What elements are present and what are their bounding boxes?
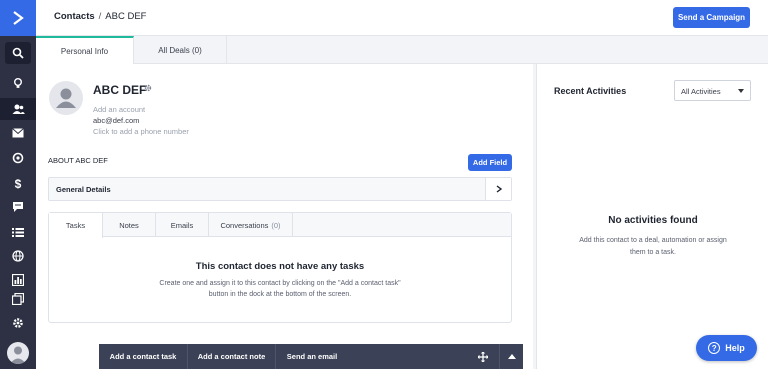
chat-icon	[13, 202, 23, 212]
add-contact-note-button[interactable]: Add a contact note	[188, 344, 276, 369]
lightbulb-icon	[14, 78, 22, 88]
activity-tabs-box: Tasks Notes Emails Conversations (0) This…	[48, 212, 512, 323]
question-icon: ?	[708, 342, 721, 354]
recent-activities-panel: Recent Activities All Activities No acti…	[536, 64, 768, 369]
sidebar-item-deals[interactable]: $	[0, 172, 36, 194]
contact-avatar[interactable]	[49, 81, 83, 115]
svg-text:$: $	[15, 177, 22, 190]
no-activities-description: Add this contact to a deal, automation o…	[579, 237, 727, 256]
about-heading: ABOUT ABC DEF	[48, 156, 108, 165]
subtab-conversations[interactable]: Conversations (0)	[209, 213, 293, 237]
list-icon	[12, 227, 24, 237]
sidebar-item-lists[interactable]	[0, 221, 36, 243]
contact-email[interactable]: abc@def.com	[93, 116, 139, 125]
dollar-icon: $	[15, 177, 22, 190]
search-icon	[12, 47, 24, 59]
activity-subtabs: Tasks Notes Emails Conversations (0)	[49, 213, 511, 238]
subtab-tasks[interactable]: Tasks	[49, 213, 103, 238]
sidebar-item-ideas[interactable]	[0, 72, 36, 94]
no-activities-title: No activities found	[608, 215, 698, 226]
subtab-notes[interactable]: Notes	[103, 213, 156, 237]
sidebar-item-campaigns[interactable]	[0, 122, 36, 144]
user-avatar[interactable]	[7, 342, 29, 364]
add-phone-link[interactable]: Click to add a phone number	[93, 127, 189, 136]
contacts-icon	[12, 104, 25, 114]
tab-personal-info[interactable]: Personal Info	[36, 36, 134, 65]
sidebar-item-pages[interactable]	[0, 288, 36, 310]
general-details-label: General Details	[56, 185, 111, 194]
send-campaign-button[interactable]: Send a Campaign	[673, 7, 750, 28]
mail-icon	[12, 128, 24, 138]
add-contact-task-button[interactable]: Add a contact task	[99, 344, 188, 369]
contact-settings-icon[interactable]	[144, 84, 152, 92]
no-tasks-description: Create one and assign it to this contact…	[159, 280, 401, 298]
subtab-conversations-label: Conversations	[220, 220, 269, 230]
top-header: Contacts / ABC DEF Send a Campaign	[36, 0, 768, 36]
app-logo[interactable]	[0, 0, 36, 36]
action-dock: Add a contact task Add a contact note Se…	[99, 344, 523, 369]
move-icon[interactable]	[471, 344, 495, 369]
activity-filter-value: All Activities	[681, 87, 721, 96]
sidebar: $	[0, 0, 36, 369]
subtab-emails[interactable]: Emails	[156, 213, 209, 237]
breadcrumb-contacts[interactable]: Contacts	[54, 11, 95, 22]
gear-icon	[13, 318, 23, 328]
send-email-button[interactable]: Send an email	[276, 344, 348, 369]
add-field-button[interactable]: Add Field	[468, 154, 512, 171]
breadcrumb-separator: /	[98, 11, 102, 22]
recent-activities-title: Recent Activities	[554, 86, 627, 96]
help-label: Help	[725, 343, 745, 353]
user-icon	[56, 88, 76, 108]
contact-name[interactable]: ABC DEF	[93, 83, 146, 97]
contact-tabs: Personal Info All Deals (0)	[36, 36, 768, 65]
tab-all-deals[interactable]: All Deals (0)	[134, 36, 227, 64]
sidebar-item-site[interactable]	[0, 245, 36, 267]
logo-chevron-icon	[13, 11, 24, 25]
subtab-conversations-count: (0)	[271, 220, 281, 230]
sidebar-item-conversations[interactable]	[0, 196, 36, 218]
pages-icon	[12, 293, 24, 305]
user-icon	[10, 346, 26, 364]
sidebar-item-search[interactable]	[5, 42, 31, 64]
caret-down-icon	[738, 89, 744, 93]
general-details-section[interactable]: General Details	[48, 177, 512, 201]
activity-filter-select[interactable]: All Activities	[674, 80, 751, 101]
globe-icon	[12, 250, 24, 262]
automation-icon	[12, 152, 24, 164]
chevron-up-icon[interactable]	[499, 344, 523, 369]
no-tasks-title: This contact does not have any tasks	[195, 261, 365, 272]
breadcrumb-current: ABC DEF	[105, 11, 147, 22]
sidebar-item-automations[interactable]	[0, 147, 36, 169]
add-account-link[interactable]: Add an account	[93, 105, 145, 114]
help-button[interactable]: ? Help	[696, 335, 757, 361]
breadcrumb: Contacts / ABC DEF	[54, 11, 146, 22]
contact-details-panel: ABC DEF Add an account abc@def.com Click…	[36, 64, 533, 369]
sidebar-item-contacts[interactable]	[0, 98, 36, 120]
reports-icon	[12, 274, 24, 286]
sidebar-item-settings[interactable]	[0, 312, 36, 334]
chevron-right-icon[interactable]	[485, 178, 511, 200]
